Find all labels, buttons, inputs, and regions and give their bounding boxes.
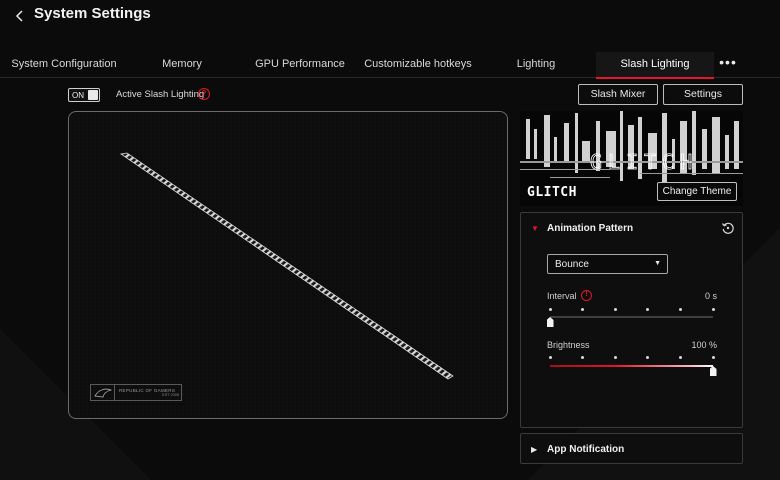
rog-logo-icon (91, 385, 115, 400)
interval-value: 0 s (704, 291, 717, 301)
brightness-tick (613, 356, 617, 359)
interval-tick (711, 308, 715, 311)
interval-tick (581, 308, 585, 311)
slash-led-bar (119, 152, 454, 380)
brightness-tick (678, 356, 682, 359)
brightness-tick (581, 356, 585, 359)
reset-icon[interactable] (721, 221, 735, 235)
tab-lighting[interactable]: Lighting (508, 52, 564, 78)
tab-customizable-hotkeys[interactable]: Customizable hotkeys (364, 52, 472, 78)
animation-pattern-panel: ▼ Animation Pattern Bounce ▼ Interval ! … (520, 212, 743, 428)
toggle-state-label: ON (72, 91, 84, 100)
page-title: System Settings (34, 5, 151, 22)
brightness-tick (711, 356, 715, 359)
interval-tick (613, 308, 617, 311)
change-theme-button[interactable]: Change Theme (657, 182, 737, 201)
interval-slider-thumb[interactable] (546, 317, 554, 327)
app-notification-title: App Notification (547, 444, 625, 455)
interval-tick (646, 308, 650, 311)
interval-slider-track[interactable] (550, 316, 713, 318)
brightness-label: Brightness (547, 340, 590, 350)
header: System Settings (0, 0, 780, 36)
toggle-knob (88, 90, 98, 100)
chevron-down-icon: ▼ (654, 260, 661, 267)
active-slash-lighting-label: Active Slash Lighting (116, 89, 205, 100)
settings-button[interactable]: Settings (663, 84, 743, 105)
help-icon[interactable]: ? (198, 88, 210, 100)
brightness-tick (646, 356, 650, 359)
tab-system-configuration[interactable]: System Configuration (10, 52, 118, 78)
rog-badge: REPUBLIC OF GAMERS EST 2006 (90, 384, 182, 401)
svg-text:GLITCH: GLITCH (590, 150, 698, 174)
tab-slash-lighting[interactable]: Slash Lighting (596, 52, 714, 79)
slash-preview-panel: REPUBLIC OF GAMERS EST 2006 (68, 111, 508, 419)
slash-lighting-toggle[interactable]: ON (68, 88, 100, 102)
collapse-caret-icon[interactable]: ▼ (531, 224, 539, 233)
interval-tick (678, 308, 682, 311)
rog-badge-est: EST 2006 (162, 393, 179, 397)
brightness-slider-fill (550, 365, 713, 367)
brightness-value: 100 % (691, 340, 717, 350)
animation-pattern-title: Animation Pattern (547, 223, 634, 234)
brightness-slider-track[interactable] (550, 365, 713, 367)
theme-name: GLITCH (527, 185, 577, 200)
expand-caret-icon[interactable]: ▶ (531, 445, 537, 454)
tab-memory[interactable]: Memory (152, 52, 212, 78)
app-notification-panel[interactable]: ▶ App Notification (520, 433, 743, 464)
brightness-slider-thumb[interactable] (709, 366, 717, 376)
back-chevron-icon[interactable] (12, 8, 28, 24)
tab-gpu-performance[interactable]: GPU Performance (254, 52, 346, 78)
info-icon[interactable]: ! (581, 290, 592, 301)
brightness-tick (548, 356, 552, 359)
interval-tick (548, 308, 552, 311)
animation-pattern-select[interactable]: Bounce ▼ (547, 254, 668, 274)
more-options-icon[interactable]: ••• (718, 52, 738, 74)
animation-pattern-value: Bounce (555, 259, 589, 270)
tab-bar: System Configuration Memory GPU Performa… (0, 52, 780, 79)
interval-label: Interval (547, 291, 577, 301)
slash-mixer-button[interactable]: Slash Mixer (578, 84, 658, 105)
